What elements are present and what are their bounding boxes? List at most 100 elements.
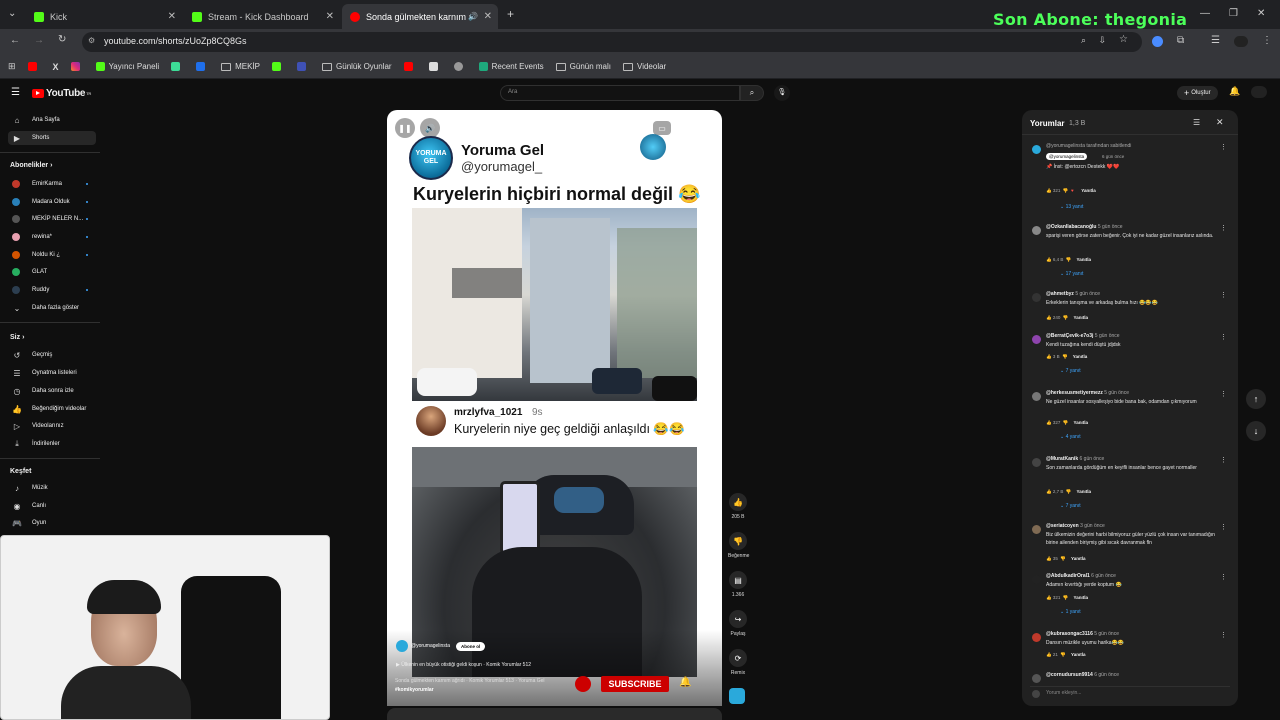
sidebar-item-home[interactable]: ⌂ Ana Sayfa — [8, 113, 96, 127]
you-header[interactable]: Siz › — [10, 334, 24, 341]
more-options-icon[interactable]: ⋮ — [1220, 573, 1227, 581]
tab-kick[interactable]: Kick ✕ — [26, 4, 182, 29]
close-icon[interactable]: ✕ — [1216, 117, 1224, 128]
hamburger-menu-icon[interactable]: ☰ — [11, 87, 20, 98]
thumbs-up-icon[interactable]: 👍 — [1046, 489, 1052, 494]
tab-search-icon[interactable]: ⌄ — [8, 8, 16, 19]
commenter-avatar[interactable] — [1032, 293, 1041, 302]
commenter-name[interactable]: @seriatcoyen 3 gün önce — [1046, 523, 1105, 529]
bookmark-misc-5[interactable] — [453, 62, 467, 71]
commenter-avatar[interactable] — [1032, 226, 1041, 235]
thumbs-up-icon[interactable]: 👍 — [1046, 188, 1052, 193]
extensions-puzzle-icon[interactable]: ⧉ — [1177, 35, 1184, 46]
window-close-icon[interactable]: ✕ — [1257, 8, 1265, 19]
commenter-avatar[interactable] — [1032, 525, 1041, 534]
create-button[interactable]: + Oluştur — [1177, 86, 1218, 100]
bookmark-star-icon[interactable]: ☆ — [1119, 34, 1128, 45]
sidebar-item-downloads[interactable]: ⤓ İndirilenler — [8, 437, 96, 451]
sidebar-sub-ruddy[interactable]: Ruddy — [8, 283, 96, 297]
account-avatar[interactable] — [1251, 86, 1267, 98]
bookmark-misc-4[interactable] — [428, 62, 442, 71]
commenter-avatar[interactable] — [1032, 392, 1041, 401]
bookmark-misc-2[interactable] — [196, 62, 209, 71]
replies-toggle[interactable]: ⌄ 4 yanıt — [1060, 434, 1081, 440]
tab-youtube-short[interactable]: Sonda gülmekten karnım a 🔊 ✕ — [342, 4, 498, 29]
commenter-name[interactable]: @BerratÇevik-e7o3j 5 gün önce — [1046, 333, 1120, 339]
subscribe-small-button[interactable]: Abone ol — [455, 641, 486, 651]
previous-short-arrow-icon[interactable]: ↑ — [1246, 389, 1266, 409]
more-options-icon[interactable]: ⋮ — [1220, 333, 1227, 341]
more-options-icon[interactable]: ⋮ — [676, 118, 696, 138]
address-bar[interactable]: ⚙ youtube.com/shorts/zUoZp8CQ8Gs ⌕ ⇩ ☆ — [82, 32, 1142, 52]
maximize-icon[interactable]: ❐ — [1229, 8, 1238, 19]
replies-toggle[interactable]: ⌄ 17 yanıt — [1060, 271, 1083, 277]
site-info-icon[interactable]: ⚙ — [88, 36, 95, 45]
bookmark-instagram[interactable] — [70, 62, 84, 71]
youtube-logo[interactable]: YouTube TR — [32, 88, 91, 99]
bookmark-gunun-mali[interactable]: Günün malı — [555, 62, 611, 71]
subscribe-button[interactable]: SUBSCRIBE — [601, 676, 669, 692]
reply-button[interactable]: Yanıtla — [1074, 595, 1089, 600]
replies-toggle[interactable]: ⌄ 13 yanıt — [1060, 204, 1083, 210]
apps-grid-icon[interactable]: ⊞ — [8, 61, 16, 72]
bell-icon[interactable]: 🔔 — [679, 677, 691, 688]
sidebar-sub-madara-olduk[interactable]: Madara Olduk — [8, 195, 96, 209]
like-button[interactable]: 👍 205 B — [728, 493, 748, 520]
thumbs-up-icon[interactable]: 👍 — [1046, 257, 1052, 262]
tab-kick-dashboard[interactable]: Stream - Kick Dashboard ✕ — [184, 4, 340, 29]
sound-thumbnail-icon[interactable] — [729, 688, 745, 704]
commenter-name[interactable]: @MuratKanik 6 gün önce — [1046, 456, 1104, 462]
reply-button[interactable]: Yanıtla — [1077, 257, 1092, 262]
sidebar-item-history[interactable]: ↺ Geçmiş — [8, 348, 96, 362]
channel-avatar[interactable] — [396, 640, 408, 652]
thumbs-up-icon[interactable]: 👍 — [1046, 315, 1052, 320]
reading-list-icon[interactable]: ☰ — [1211, 35, 1220, 46]
profile-avatar[interactable] — [1234, 36, 1248, 47]
reply-button[interactable]: Yanıtla — [1071, 556, 1086, 561]
commenter-name[interactable]: @AbdulkadirOral1 6 gün önce — [1046, 573, 1116, 579]
more-options-icon[interactable]: ⋮ — [1220, 224, 1227, 232]
sidebar-item-music[interactable]: ♪ Müzik — [8, 481, 96, 495]
replies-toggle[interactable]: ⌄ 7 yanıt — [1060, 503, 1081, 509]
sidebar-sub-glat[interactable]: GLAT — [8, 265, 96, 279]
commenter-avatar[interactable] — [1032, 335, 1041, 344]
sidebar-sub-noldu-ki[interactable]: Noldu Ki ¿ — [8, 248, 96, 262]
comments-button[interactable]: ▤ 1.366 — [728, 571, 748, 598]
commenter-avatar[interactable] — [1032, 674, 1041, 683]
more-options-icon[interactable]: ⋮ — [1220, 631, 1227, 639]
bookmark-yayinci-paneli[interactable]: Yayıncı Paneli — [95, 62, 159, 71]
share-button[interactable]: ↪ Paylaş — [728, 610, 748, 637]
commenter-avatar[interactable] — [1032, 633, 1041, 642]
sidebar-item-liked-videos[interactable]: 👍 Beğendiğim videolar — [8, 402, 96, 416]
reply-button[interactable]: Yanıtla — [1071, 652, 1086, 657]
close-icon[interactable]: ✕ — [484, 11, 492, 22]
reply-button[interactable]: Yanıtla — [1074, 420, 1089, 425]
comment-input[interactable]: Yorum ekleyin... — [1030, 686, 1230, 698]
menu-dots-icon[interactable]: ⋮ — [1262, 35, 1272, 46]
sidebar-show-more[interactable]: ⌄ Daha fazla göster — [8, 301, 96, 315]
sidebar-item-playlists[interactable]: ☰ Oynatma listeleri — [8, 366, 96, 380]
more-options-icon[interactable]: ⋮ — [1220, 523, 1227, 531]
sidebar-item-watch-later[interactable]: ◷ Daha sonra izle — [8, 384, 96, 398]
bookmark-misc-1[interactable] — [171, 62, 184, 71]
bookmark-mekip[interactable]: MEKİP — [221, 62, 260, 71]
commenter-avatar[interactable] — [1032, 575, 1041, 584]
next-short-arrow-icon[interactable]: ↓ — [1246, 421, 1266, 441]
back-icon[interactable]: ← — [10, 35, 20, 46]
bookmark-kick[interactable] — [272, 62, 285, 71]
sort-icon[interactable]: ☰ — [1193, 118, 1200, 127]
microphone-icon[interactable]: 🎙 — [774, 85, 790, 101]
thumbs-up-icon[interactable]: 👍 — [1046, 420, 1052, 425]
more-options-icon[interactable]: ⋮ — [1220, 291, 1227, 299]
sidebar-item-shorts[interactable]: ▶ Shorts — [8, 131, 96, 145]
commenter-avatar[interactable] — [1032, 458, 1041, 467]
search-input[interactable]: Ara — [500, 85, 740, 101]
reply-button[interactable]: Yanıtla — [1074, 315, 1089, 320]
pause-icon[interactable]: ❚❚ — [395, 118, 415, 138]
commenter-name[interactable]: @cornudursun9914 6 gün önce — [1046, 672, 1119, 678]
bookmark-recent-events[interactable]: Recent Events — [478, 62, 544, 71]
extension-icon[interactable] — [1152, 36, 1163, 47]
next-short-preview[interactable] — [387, 708, 722, 720]
more-options-icon[interactable]: ⋮ — [1220, 390, 1227, 398]
thumbs-up-icon[interactable]: 👍 — [1046, 354, 1052, 359]
